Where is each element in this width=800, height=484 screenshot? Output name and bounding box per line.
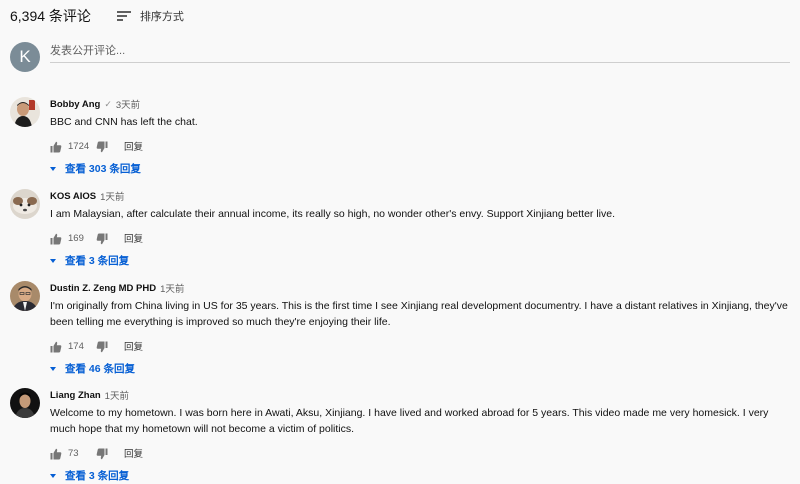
reply-button[interactable]: 回复	[124, 339, 143, 353]
comment-composer: K	[10, 42, 790, 74]
comments-header: 6,394 条评论 排序方式	[10, 6, 184, 26]
comment-input[interactable]	[50, 42, 790, 60]
reply-button[interactable]: 回复	[124, 139, 143, 153]
comment-text: Welcome to my hometown. I was born here …	[50, 407, 772, 435]
avatar[interactable]	[10, 189, 40, 219]
comment-author[interactable]: Dustin Z. Zeng MD PHD	[50, 283, 156, 294]
comment-time[interactable]: 1天前	[160, 281, 184, 295]
comment-time[interactable]: 1天前	[100, 189, 124, 203]
comment-text: I'm originally from China living in US f…	[50, 300, 791, 328]
view-replies-button[interactable]: 查看 3 条回复	[50, 253, 790, 268]
avatar[interactable]	[10, 388, 40, 418]
chevron-down-icon	[50, 473, 56, 478]
comment-time[interactable]: 3天前	[116, 97, 140, 111]
input-underline	[50, 62, 790, 63]
comment-author[interactable]: Bobby Ang	[50, 99, 100, 110]
view-replies-button[interactable]: 查看 303 条回复	[50, 161, 790, 176]
thumbs-down-icon[interactable]	[96, 140, 108, 153]
reply-button[interactable]: 回复	[124, 446, 143, 460]
thumbs-down-icon[interactable]	[96, 232, 108, 245]
avatar[interactable]	[10, 97, 40, 127]
chevron-down-icon	[50, 366, 56, 371]
thumbs-up-icon[interactable]	[50, 447, 62, 460]
user-avatar[interactable]: K	[10, 42, 40, 72]
sort-icon	[116, 10, 131, 22]
comment-text: BBC and CNN has left the chat.	[50, 116, 198, 128]
thumbs-down-icon[interactable]	[96, 340, 108, 353]
thumbs-up-icon[interactable]	[50, 340, 62, 353]
comment-count: 6,394 条评论	[10, 8, 91, 24]
view-replies-label: 查看 303 条回复	[65, 163, 141, 175]
avatar[interactable]	[10, 281, 40, 311]
view-replies-label: 查看 3 条回复	[65, 255, 130, 267]
comment-author[interactable]: KOS AIOS	[50, 191, 96, 202]
like-count: 1724	[68, 140, 90, 152]
comment-author[interactable]: Liang Zhan	[50, 390, 101, 401]
view-replies-label: 查看 46 条回复	[65, 363, 136, 375]
thumbs-up-icon[interactable]	[50, 140, 62, 153]
verified-icon: ✓	[104, 98, 112, 109]
view-replies-button[interactable]: 查看 3 条回复	[50, 468, 790, 483]
reply-button[interactable]: 回复	[124, 231, 143, 245]
thumbs-up-icon[interactable]	[50, 232, 62, 245]
like-count: 73	[68, 447, 79, 459]
comment-time[interactable]: 1天前	[105, 388, 129, 402]
comment-text: I am Malaysian, after calculate their an…	[50, 208, 616, 220]
sort-button[interactable]: 排序方式	[116, 8, 184, 24]
view-replies-label: 查看 3 条回复	[65, 470, 130, 482]
like-count: 169	[68, 232, 84, 244]
view-replies-button[interactable]: 查看 46 条回复	[50, 361, 790, 376]
sort-label: 排序方式	[139, 11, 184, 23]
chevron-down-icon	[50, 166, 56, 171]
chevron-down-icon	[50, 258, 56, 263]
like-count: 174	[68, 340, 84, 352]
thumbs-down-icon[interactable]	[96, 447, 108, 460]
